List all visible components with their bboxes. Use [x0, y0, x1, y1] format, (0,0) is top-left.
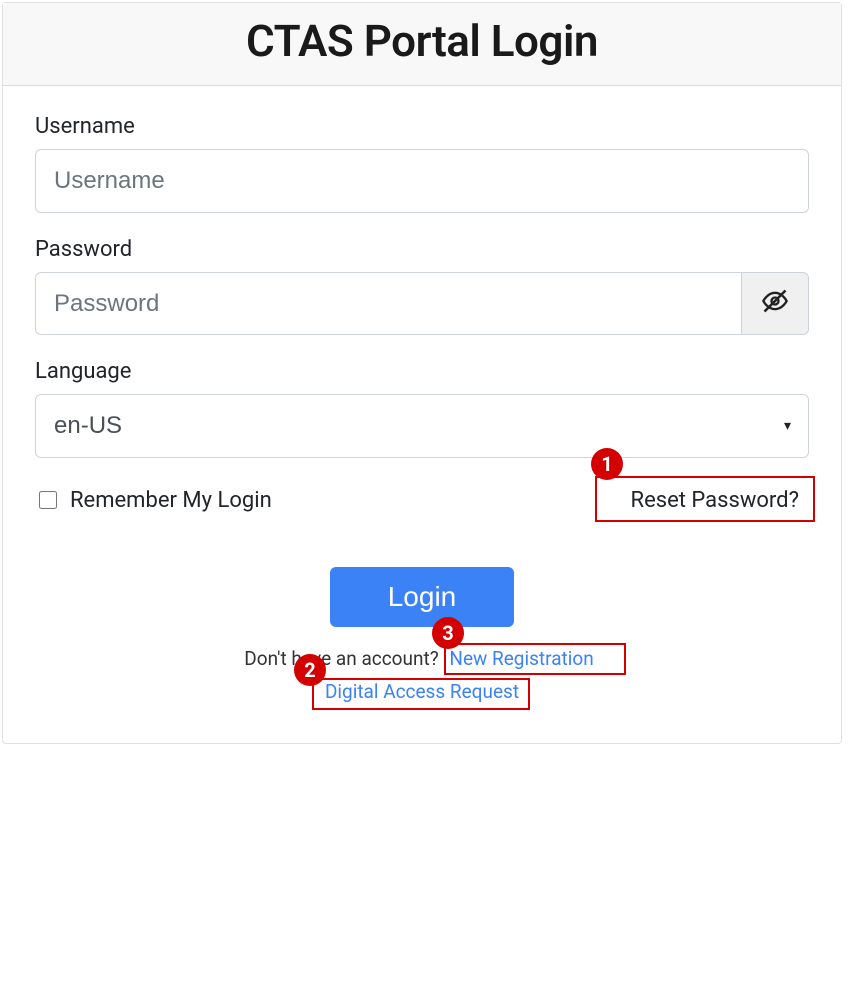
language-label: Language [35, 359, 809, 384]
toggle-password-visibility-button[interactable] [741, 272, 809, 336]
no-account-text: Don't have an account? [244, 647, 438, 670]
password-input[interactable] [35, 272, 741, 336]
new-registration-line: Don't have an account? New Registration … [35, 647, 809, 670]
card-header: CTAS Portal Login [3, 3, 841, 86]
page-title: CTAS Portal Login [19, 15, 825, 67]
new-registration-link[interactable]: New Registration [443, 643, 599, 674]
login-card: CTAS Portal Login Username Password [2, 2, 842, 744]
digital-access-request-link[interactable]: Digital Access Request [319, 676, 525, 707]
password-label: Password [35, 237, 809, 262]
password-group: Password [35, 237, 809, 336]
reset-password-link[interactable]: Reset Password? [621, 482, 809, 519]
login-actions: Login Don't have an account? New Registr… [35, 567, 809, 703]
eye-slash-icon [761, 287, 789, 319]
digital-access-line: Digital Access Request 2 [35, 680, 809, 703]
remember-checkbox[interactable] [39, 491, 57, 509]
card-body: Username Password [3, 86, 841, 743]
username-input[interactable] [35, 149, 809, 213]
username-label: Username [35, 114, 809, 139]
remember-reset-row: Remember My Login Reset Password? 1 [35, 482, 809, 519]
remember-label: Remember My Login [70, 488, 272, 513]
username-group: Username [35, 114, 809, 213]
login-button[interactable]: Login [330, 567, 515, 627]
language-select[interactable]: en-US [35, 394, 809, 458]
language-group: Language en-US ▾ [35, 359, 809, 458]
